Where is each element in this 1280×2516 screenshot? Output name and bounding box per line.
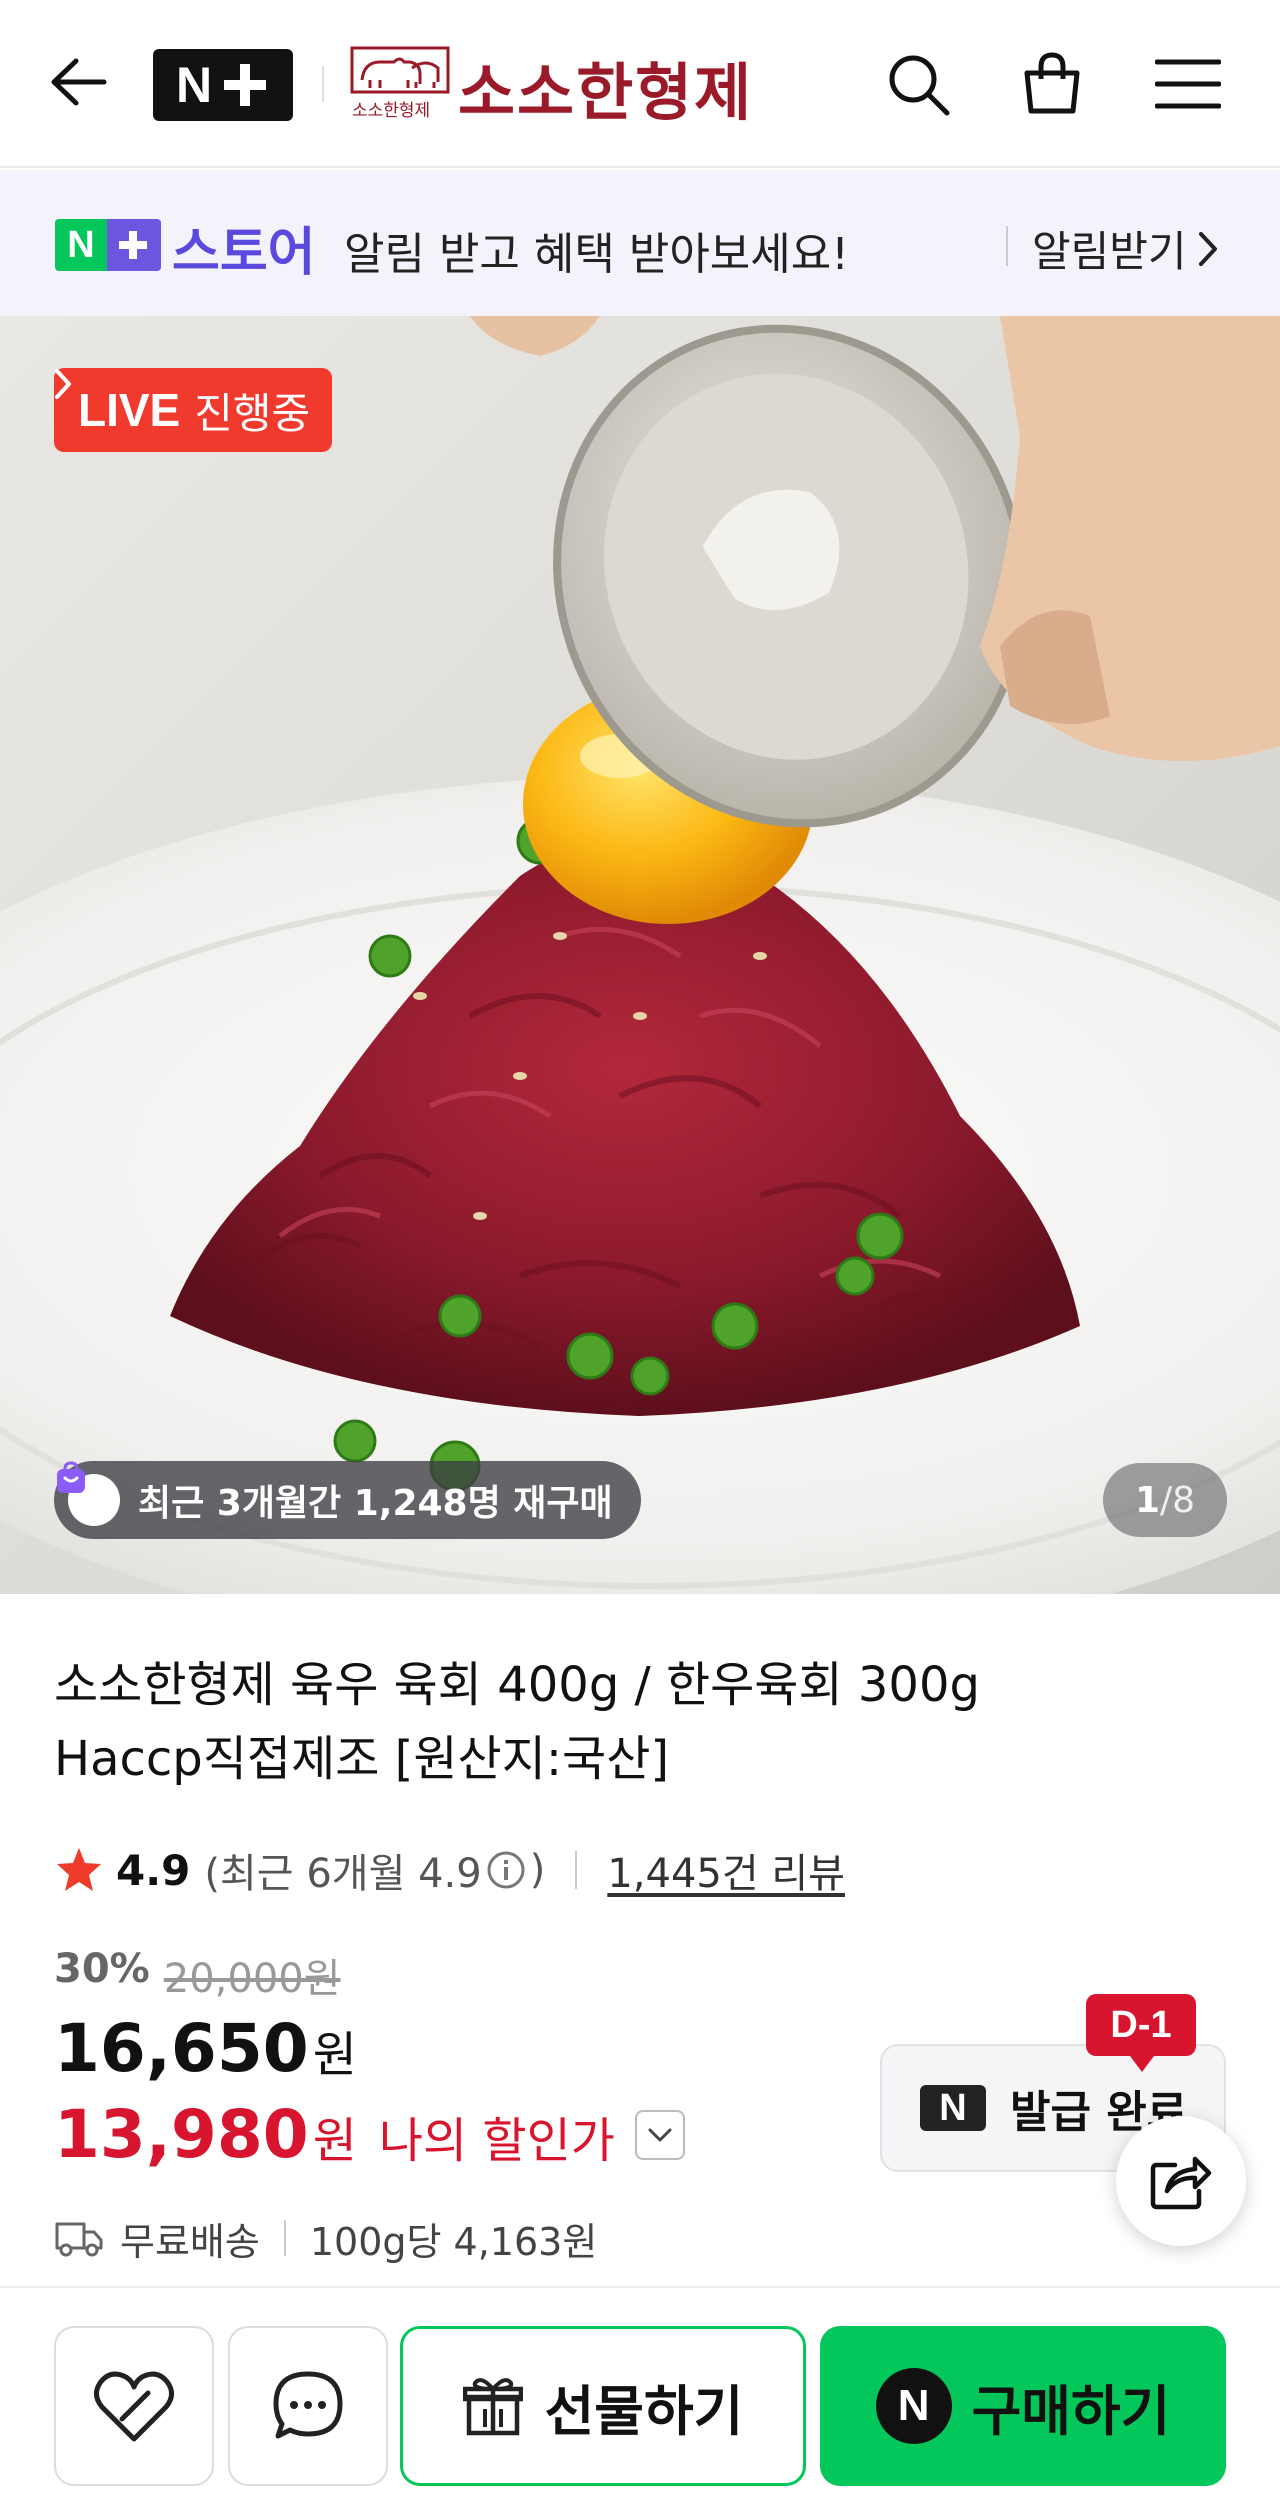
rating-divider (575, 1851, 578, 1889)
store-logo-n: N (67, 223, 95, 266)
header-divider (322, 66, 324, 102)
menu-icon (1155, 59, 1221, 109)
live-status: 진행중 (194, 388, 311, 438)
chevron-right-icon (1198, 231, 1217, 266)
gift-button[interactable]: 선물하기 (400, 2326, 806, 2486)
plus-icon (220, 60, 270, 110)
image-counter: 1 /8 (1103, 1463, 1227, 1537)
naver-pay-n-icon: N (875, 2368, 952, 2444)
unit-price-text: 100g당 4,163원 (309, 2219, 598, 2264)
chevron-down-icon (648, 2128, 672, 2141)
my-price-expand-button[interactable] (634, 2109, 685, 2160)
truck-icon (55, 2222, 103, 2257)
shopping-bag-icon (57, 1461, 120, 1526)
product-title: 소소한형제 육우 육회 400g / 한우육회 300g Haccp직접제조 [… (54, 1648, 1204, 1796)
chevron-right-icon (55, 369, 71, 399)
share-icon (1150, 2156, 1212, 2210)
live-now-badge[interactable]: LIVE 진행중 (54, 368, 333, 452)
notification-banner[interactable]: N 스토어 알림 받고 혜택 받아보세요! 알림받기 (0, 170, 1280, 316)
my-price-value: 13,980 (54, 2096, 309, 2173)
product-title-line-1: 소소한형제 육우 육회 400g / 한우육회 300g (54, 1657, 980, 1713)
original-price: 20,000원 (163, 1956, 341, 2002)
menu-button[interactable] (1150, 46, 1226, 122)
heart-icon (94, 2371, 174, 2442)
live-label: LIVE (78, 384, 181, 436)
cart-button[interactable] (1014, 46, 1090, 122)
notice-cta-label: 알림받기 (1032, 227, 1187, 276)
info-icon[interactable] (486, 1850, 526, 1890)
share-button[interactable] (1116, 2116, 1246, 2246)
store-label: 스토어 (172, 223, 316, 283)
chat-bubble-icon (273, 2371, 343, 2439)
my-price-label: 나의 할인가 (378, 2113, 615, 2169)
recent-rating-close: ) (529, 1847, 546, 1893)
repurchase-text: 최근 3개월간 1,248명 재구매 (138, 1483, 613, 1524)
search-button[interactable] (880, 46, 956, 122)
dday-badge: D-1 (1086, 1994, 1196, 2072)
back-arrow-icon (51, 58, 107, 106)
subscribe-notification-link[interactable]: 알림받기 (1032, 218, 1219, 279)
notice-divider (1006, 226, 1008, 266)
talk-chat-button[interactable] (228, 2326, 388, 2486)
yukhoe-product-photo (0, 316, 1280, 1594)
image-counter-current: 1 (1134, 1479, 1160, 1521)
gift-label: 선물하기 (544, 2379, 744, 2443)
rating-value: 4.9 (116, 1845, 191, 1895)
shipping-divider (283, 2220, 286, 2256)
bottom-action-bar: 선물하기 N 구매하기 (0, 2286, 1280, 2516)
naver-n-logo: N (920, 2085, 986, 2131)
recent-rating: (최근 6개월 4.9 ) (204, 1841, 545, 1899)
star-icon (57, 1848, 101, 1891)
back-button[interactable] (46, 50, 110, 114)
notice-message: 알림 받고 혜택 받아보세요! (344, 229, 849, 280)
product-title-line-2: Haccp직접제조 [원산지:국산] (54, 1731, 670, 1787)
my-discount-price: 13,980 원 나의 할인가 (54, 2096, 685, 2173)
naver-plus-logo-n: N (175, 57, 213, 113)
my-price-unit: 원 (312, 2113, 357, 2169)
discount-row: 30% 20,000원 (54, 1946, 341, 2004)
plus-icon (107, 219, 161, 271)
buy-label: 구매하기 (971, 2379, 1171, 2443)
product-image-carousel[interactable]: LIVE 진행중 최근 3개월간 1,248명 재구매 1 /8 (0, 316, 1280, 1594)
top-header: N 소소한형제 소소한형제 (0, 0, 1280, 168)
sale-price-unit: 원 (312, 2027, 357, 2083)
review-count-link[interactable]: 1,445건 리뷰 (607, 1841, 845, 1899)
sale-price: 16,650 원 (54, 2010, 357, 2087)
wishlist-button[interactable] (54, 2326, 214, 2486)
image-counter-total: /8 (1160, 1479, 1196, 1521)
shipping-text: 무료배송 (120, 2219, 260, 2264)
recent-rating-text: (최근 6개월 4.9 (204, 1851, 482, 1897)
gift-icon (462, 2378, 523, 2436)
rating-row: 4.9 (최근 6개월 4.9 ) 1,445건 리뷰 (54, 1840, 845, 1900)
naver-plus-logo[interactable]: N (153, 49, 293, 121)
brand-mark-caption: 소소한형제 (352, 101, 431, 121)
brand-name[interactable]: 소소한형제 (458, 42, 753, 132)
buy-button[interactable]: N 구매하기 (820, 2326, 1226, 2486)
sale-price-value: 16,650 (54, 2010, 309, 2087)
search-icon (889, 55, 950, 116)
cart-icon (1024, 52, 1080, 114)
naver-plus-store-logo: N (55, 219, 161, 271)
discount-rate: 30% (54, 1946, 150, 1992)
shipping-row: 무료배송 100g당 4,163원 (54, 2210, 597, 2266)
repurchase-stat-badge: 최근 3개월간 1,248명 재구매 (54, 1461, 641, 1539)
